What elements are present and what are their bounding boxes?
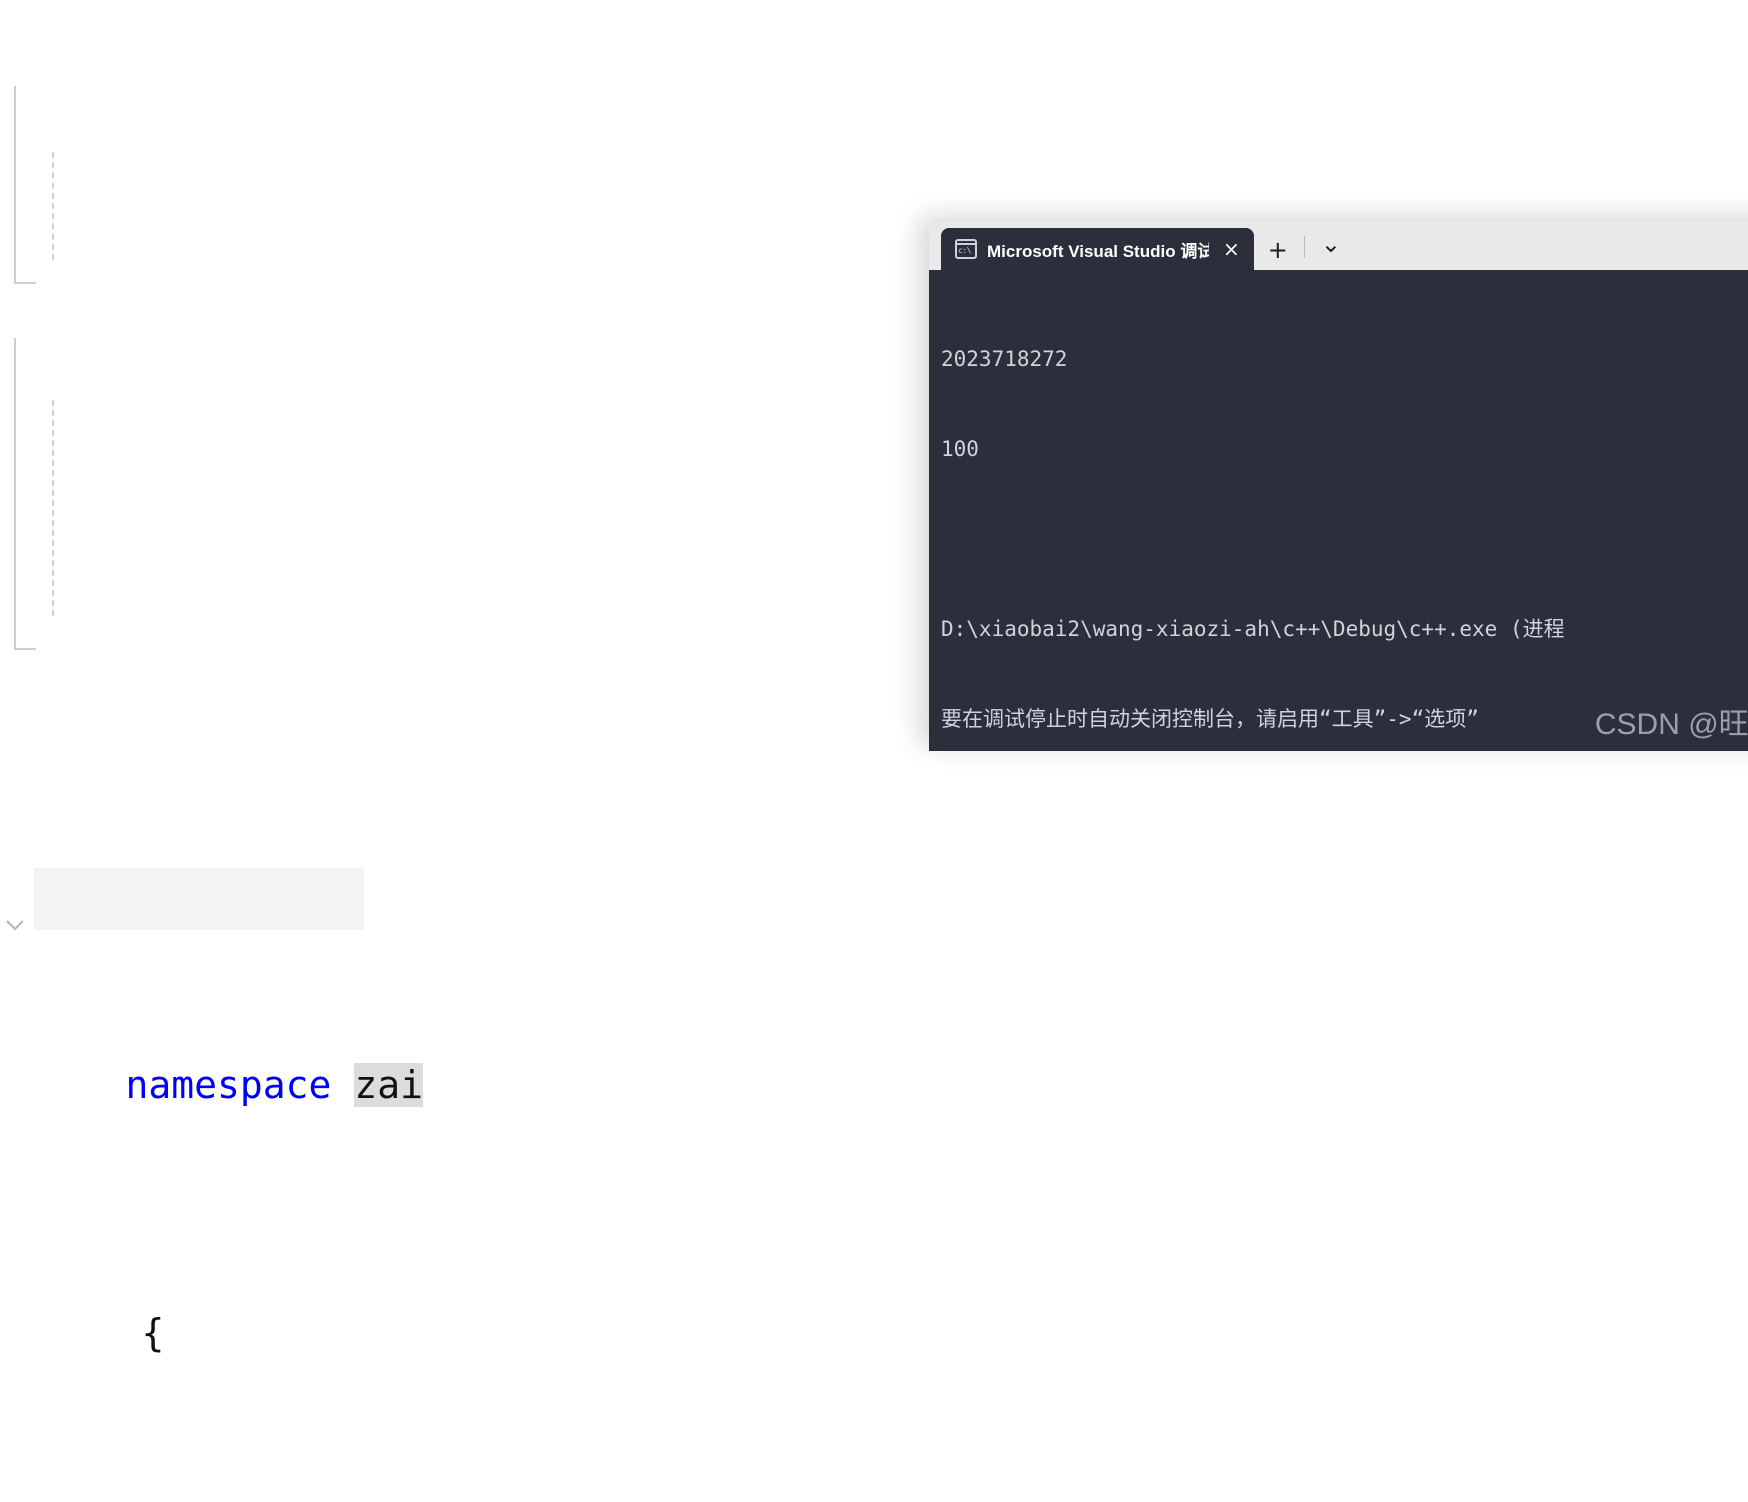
code-line-2[interactable]: {: [0, 1240, 1748, 1355]
fold-region-bar-namespace-foot: [14, 282, 36, 284]
indent-guide-main: [52, 400, 54, 616]
terminal-tab-strip[interactable]: Microsoft Visual Studio 调试控 × + ⌄: [929, 222, 1748, 270]
terminal-cmd-icon: [955, 239, 977, 259]
fold-chevron-icon-namespace[interactable]: [2, 894, 28, 956]
debug-console-window[interactable]: Microsoft Visual Studio 调试控 × + ⌄ 202371…: [929, 222, 1748, 751]
space-1: [331, 1063, 354, 1107]
identifier-zai-declaration: zai: [354, 1063, 423, 1107]
console-line-0: 2023718272: [941, 347, 1068, 371]
console-output[interactable]: 2023718272 100 D:\xiaobai2\wang-xiaozi-a…: [929, 270, 1748, 751]
tab-strip-divider: [1303, 236, 1305, 258]
terminal-tab-title: Microsoft Visual Studio 调试控: [987, 241, 1209, 261]
fold-region-bar-main: [14, 338, 16, 648]
code-line-1[interactable]: namespace zai: [0, 868, 1748, 1107]
csdn-watermark: CSDN @旺小仔.: [1594, 708, 1748, 741]
terminal-tab-active[interactable]: Microsoft Visual Studio 调试控 ×: [941, 228, 1254, 270]
keyword-namespace: namespace: [125, 1063, 332, 1107]
console-line-1: 100: [941, 437, 979, 461]
new-tab-button[interactable]: +: [1254, 238, 1302, 262]
fold-region-bar-namespace: [14, 86, 16, 282]
console-line-3: D:\xiaobai2\wang-xiaozi-ah\c++\Debug\c++…: [941, 617, 1565, 641]
close-icon[interactable]: ×: [1219, 239, 1244, 259]
line-highlight-1: [34, 868, 364, 930]
chevron-down-icon[interactable]: ⌄: [1307, 232, 1355, 256]
indent-guide-namespace: [52, 152, 54, 260]
brace-open-namespace: {: [141, 1311, 165, 1355]
fold-region-bar-main-foot: [14, 648, 36, 650]
